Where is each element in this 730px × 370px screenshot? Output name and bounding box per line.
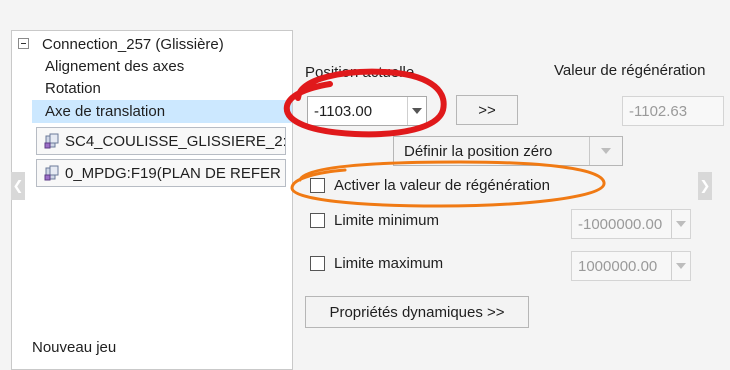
chevron-left-icon[interactable]: ❮ bbox=[11, 172, 25, 200]
max-limit-checkbox[interactable] bbox=[310, 256, 325, 271]
new-set-label[interactable]: Nouveau jeu bbox=[32, 336, 116, 359]
max-limit-combo[interactable]: 1000000.00 bbox=[571, 251, 691, 281]
dropdown-arrow-icon[interactable] bbox=[407, 97, 426, 125]
tree-item-axe-translation[interactable]: Axe de translation bbox=[32, 100, 292, 123]
max-limit-label: Limite maximum bbox=[334, 255, 444, 272]
regen-value-field[interactable]: -1102.63 bbox=[622, 96, 724, 126]
current-position-combo[interactable]: -1103.00 bbox=[307, 96, 427, 126]
enable-regen-label: Activer la valeur de régénération bbox=[334, 177, 550, 194]
reference-label: 0_MPDG:F19(PLAN DE REFER bbox=[65, 164, 281, 182]
min-limit-label: Limite minimum bbox=[334, 212, 440, 229]
connection-tree-panel: Connection_257 (Glissière) Alignement de… bbox=[11, 30, 293, 370]
enable-regen-checkbox[interactable] bbox=[310, 178, 325, 193]
apply-position-button[interactable]: >> bbox=[456, 95, 518, 125]
part-reference-icon bbox=[44, 165, 59, 181]
max-limit-value: 1000000.00 bbox=[578, 257, 658, 275]
set-zero-position-button[interactable]: Définir la position zéro bbox=[393, 136, 623, 166]
dynamic-properties-button[interactable]: Propriétés dynamiques >> bbox=[305, 296, 529, 328]
min-limit-combo[interactable]: -1000000.00 bbox=[571, 209, 691, 239]
reference-item-2[interactable]: 0_MPDG:F19(PLAN DE REFER bbox=[36, 159, 286, 187]
set-zero-label: Définir la position zéro bbox=[404, 142, 553, 160]
tree-root-connection[interactable]: Connection_257 (Glissière) bbox=[12, 33, 292, 56]
tree-item-alignement[interactable]: Alignement des axes bbox=[45, 55, 184, 78]
current-position-label: Position actuelle bbox=[305, 64, 415, 81]
dropdown-arrow-icon[interactable] bbox=[671, 252, 690, 280]
min-limit-value: -1000000.00 bbox=[578, 215, 663, 233]
reference-item-1[interactable]: SC4_COULISSE_GLISSIERE_2:C bbox=[36, 127, 286, 155]
dropdown-arrow-icon[interactable] bbox=[671, 210, 690, 238]
part-reference-icon bbox=[44, 133, 59, 149]
regen-value-label: Valeur de régénération bbox=[554, 62, 706, 79]
dropdown-arrow-icon[interactable] bbox=[589, 137, 622, 165]
min-limit-checkbox[interactable] bbox=[310, 213, 325, 228]
reference-label: SC4_COULISSE_GLISSIERE_2:C bbox=[65, 132, 286, 150]
tree-root-label: Connection_257 (Glissière) bbox=[42, 36, 224, 53]
current-position-value[interactable]: -1103.00 bbox=[308, 103, 407, 120]
chevron-right-icon[interactable]: ❯ bbox=[698, 172, 712, 200]
tree-item-rotation[interactable]: Rotation bbox=[45, 77, 101, 100]
collapse-icon[interactable] bbox=[18, 38, 29, 49]
